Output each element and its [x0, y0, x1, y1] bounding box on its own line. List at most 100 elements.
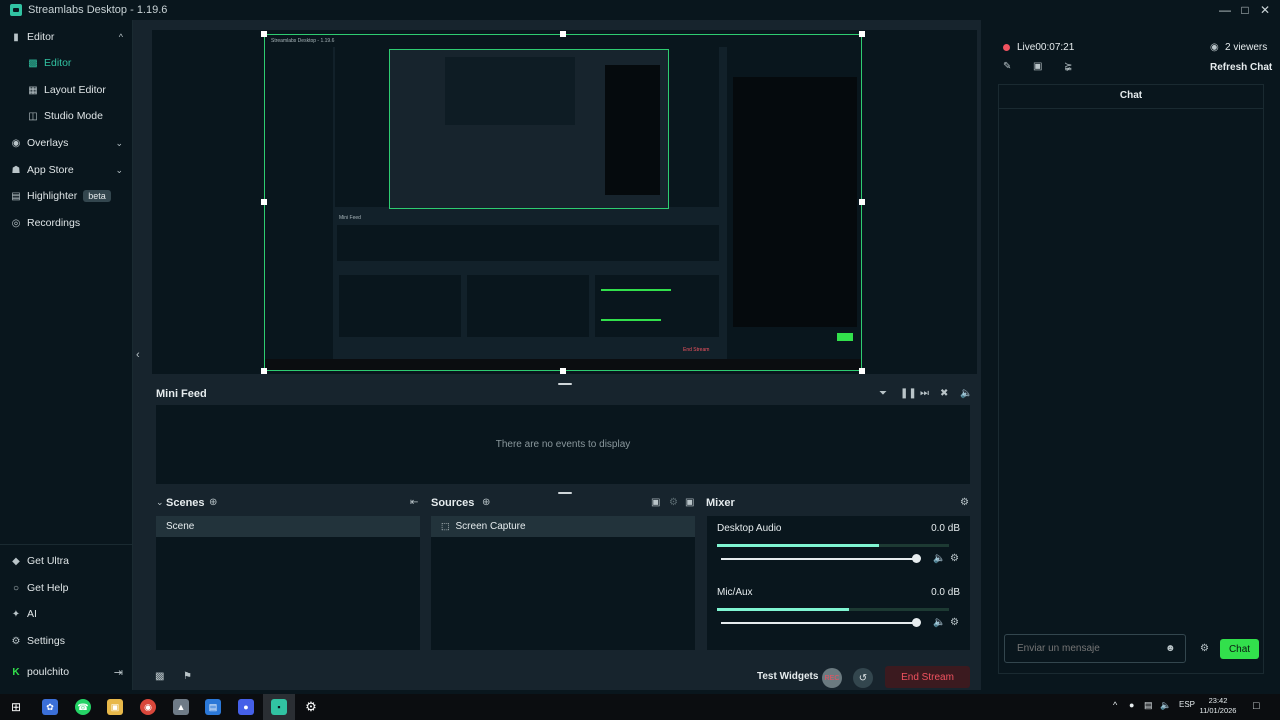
volume-knob[interactable]: [912, 618, 921, 627]
discord-icon[interactable]: ●: [238, 699, 254, 715]
streamlabs-taskbar-icon[interactable]: ▪: [271, 699, 287, 715]
speaker-icon[interactable]: 🔈: [933, 617, 945, 628]
maximize-icon[interactable]: □: [1234, 0, 1256, 20]
refresh-chat-button[interactable]: Refresh Chat: [1210, 62, 1272, 73]
edit-stream-icon[interactable]: ✎: [1003, 61, 1011, 72]
chat-message-input[interactable]: [1004, 634, 1186, 663]
channel-name: Desktop Audio: [717, 523, 782, 534]
settings-taskbar-icon[interactable]: ⚙: [303, 699, 319, 715]
sidebar-item-layout-editor[interactable]: ▦ Layout Editor: [0, 77, 133, 103]
sidebar-item-studio-mode[interactable]: ◫ Studio Mode: [0, 103, 133, 129]
volume-slider[interactable]: [721, 618, 921, 627]
resize-handle-ne[interactable]: [859, 31, 865, 37]
end-stream-button[interactable]: End Stream: [885, 666, 970, 688]
stream-preview[interactable]: Streamlabs Desktop - 1.19.6 Mini Feed En…: [264, 34, 862, 371]
resize-handle-w[interactable]: [261, 199, 267, 205]
sidebar-item-editor-group[interactable]: ▮ Editor ^: [0, 24, 133, 50]
sidebar-item-ai[interactable]: ✦ AI: [0, 601, 133, 627]
camera-icon[interactable]: ▣: [1033, 61, 1042, 72]
chat-send-button[interactable]: Chat: [1220, 639, 1259, 659]
chat-settings-icon[interactable]: ⚙: [1200, 643, 1209, 654]
panel-resize-bar[interactable]: [558, 383, 572, 385]
sidebar-item-label: App Store: [27, 164, 74, 176]
sidebar-item-label: Get Ultra: [27, 555, 70, 567]
notifications-icon[interactable]: ⚑: [183, 671, 192, 682]
source-settings-icon[interactable]: ⚙: [669, 497, 678, 508]
add-source-icon[interactable]: ⊕: [482, 497, 490, 508]
speaker-tray-icon[interactable]: 🔈: [1160, 700, 1171, 711]
performance-icon[interactable]: ▩: [155, 671, 164, 682]
scenes-title: Scenes: [166, 497, 205, 509]
record-button[interactable]: REC: [822, 668, 842, 688]
live-time: 00:07:21: [1035, 42, 1075, 53]
source-view-icon[interactable]: ▣: [651, 497, 660, 508]
collapse-left-icon[interactable]: ‹: [136, 349, 140, 361]
sidebar-item-editor[interactable]: ▩ Editor: [0, 50, 133, 76]
sidebar-item-get-help[interactable]: ○ Get Help: [0, 575, 133, 601]
logout-icon[interactable]: ⇥: [114, 666, 123, 679]
taskbar-clock[interactable]: 23:42 11/01/2026: [1198, 696, 1238, 716]
copilot-icon[interactable]: ✿: [42, 699, 58, 715]
whatsapp-icon[interactable]: ☎: [75, 699, 91, 715]
scene-name: Scene: [166, 521, 195, 532]
nested-end-stream: End Stream: [683, 347, 710, 353]
skip-icon[interactable]: ⏭: [920, 388, 929, 399]
replay-buffer-button[interactable]: ↺: [853, 668, 873, 688]
sidebar-item-account[interactable]: K poulchito ⇥: [0, 659, 133, 685]
source-row[interactable]: ⬚ Screen Capture: [431, 516, 695, 537]
scene-row[interactable]: Scene: [156, 516, 420, 537]
add-scene-icon[interactable]: ⊕: [209, 497, 217, 508]
resize-handle-s[interactable]: [560, 368, 566, 374]
emoji-icon[interactable]: ☻: [1165, 643, 1176, 654]
sidebar-item-app-store[interactable]: ☗ App Store ⌄: [0, 157, 133, 183]
panel-resize-bar[interactable]: [558, 492, 572, 494]
live-indicator: [1003, 44, 1010, 51]
resize-handle-n[interactable]: [560, 31, 566, 37]
chevron-down-icon[interactable]: ⌄: [156, 497, 164, 508]
folder-icon[interactable]: ▣: [685, 497, 694, 508]
resize-handle-e[interactable]: [859, 199, 865, 205]
sidebar-item-recordings[interactable]: ◎ Recordings: [0, 210, 133, 236]
resize-handle-sw[interactable]: [261, 368, 267, 374]
app-icon[interactable]: ▲: [173, 699, 189, 715]
sidebar-item-overlays[interactable]: ◉ Overlays ⌄: [0, 130, 133, 156]
layers-icon: ▩: [28, 57, 38, 69]
mini-feed-empty-text: There are no events to display: [495, 439, 631, 450]
volume-knob[interactable]: [912, 554, 921, 563]
sidebar-item-label: Recordings: [27, 217, 81, 229]
live-label: Live: [1017, 42, 1036, 53]
volume-slider[interactable]: [721, 554, 921, 563]
network-icon[interactable]: ▤: [1144, 700, 1153, 711]
close-icon[interactable]: ✕: [1254, 0, 1276, 20]
sidebar-item-get-ultra[interactable]: ◆ Get Ultra: [0, 548, 133, 574]
volume-icon[interactable]: 🔈: [960, 388, 972, 399]
file-explorer-icon[interactable]: ▣: [107, 699, 123, 715]
source-name: Screen Capture: [455, 521, 526, 532]
windows-start-icon[interactable]: ⊞: [8, 699, 24, 715]
help-icon: ○: [12, 582, 20, 594]
resize-handle-nw[interactable]: [261, 31, 267, 37]
notification-center-icon[interactable]: □: [1253, 700, 1260, 712]
store-app-icon[interactable]: ▤: [205, 699, 221, 715]
tray-chevron-icon[interactable]: ^: [1113, 700, 1117, 710]
mini-feed-panel: There are no events to display: [156, 405, 970, 484]
highlighter-icon: ▤: [11, 190, 21, 202]
chat-send-label: Chat: [1228, 643, 1251, 655]
minimize-icon[interactable]: —: [1214, 0, 1236, 20]
mic-icon[interactable]: ●: [1129, 700, 1134, 710]
sidebar-item-label: Editor: [44, 57, 72, 69]
filter-icon[interactable]: ⏷: [879, 388, 887, 399]
sidebar-item-settings[interactable]: ⚙ Settings: [0, 628, 133, 654]
share-icon[interactable]: ⪶: [1064, 61, 1072, 72]
speaker-icon[interactable]: 🔈: [933, 553, 945, 564]
channel-settings-icon[interactable]: ⚙: [950, 553, 959, 564]
mute-alerts-icon[interactable]: ✖: [940, 388, 948, 399]
scene-transitions-icon[interactable]: ⇤: [410, 497, 418, 508]
language-indicator[interactable]: ESP: [1179, 700, 1195, 709]
mixer-settings-icon[interactable]: ⚙: [960, 497, 969, 508]
resize-handle-se[interactable]: [859, 368, 865, 374]
pause-icon[interactable]: ❚❚: [900, 388, 917, 399]
sidebar-item-highlighter[interactable]: ▤ Highlighter beta: [0, 183, 133, 209]
channel-settings-icon[interactable]: ⚙: [950, 617, 959, 628]
chrome-icon[interactable]: ◉: [140, 699, 156, 715]
